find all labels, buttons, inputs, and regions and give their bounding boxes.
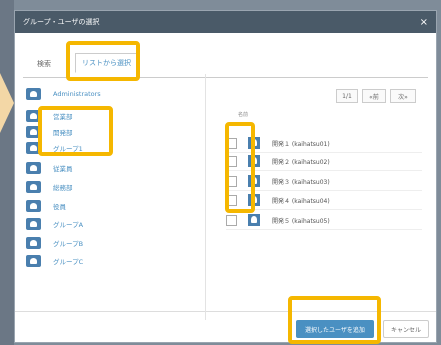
dialog-title: グループ・ユーザの選択	[23, 18, 100, 26]
group-icon	[26, 162, 41, 174]
group-icon	[26, 218, 41, 230]
group-label: 総務部	[53, 184, 73, 192]
add-selected-users-button[interactable]: 選択したユーザを追加	[296, 320, 374, 338]
user-name: 開発４ (kaihatsu04)	[272, 197, 330, 205]
user-row: 開発１ (kaihatsu01)	[226, 134, 422, 153]
dialog-titlebar: グループ・ユーザの選択 ×	[15, 11, 436, 33]
tab-search[interactable]: 検索	[31, 55, 57, 73]
group-icon	[26, 255, 41, 267]
user-row: 開発２ (kaihatsu02)	[226, 152, 422, 171]
users-column-header: 名前	[238, 112, 249, 118]
user-checkbox[interactable]	[226, 155, 237, 167]
user-icon	[248, 214, 260, 226]
group-icon	[26, 88, 41, 100]
group-item-group-a[interactable]: グループA	[26, 216, 83, 232]
background-panel	[0, 0, 14, 345]
user-checkbox[interactable]	[226, 194, 237, 206]
pager-prev-button[interactable]: «前	[362, 89, 386, 103]
panel-divider	[205, 74, 206, 320]
group-icon	[26, 181, 41, 193]
user-checkbox[interactable]	[226, 214, 237, 226]
group-label: グループC	[53, 258, 84, 266]
user-row: 開発５ (kaihatsu05)	[226, 211, 422, 230]
group-icon	[26, 110, 41, 122]
user-checkbox[interactable]	[226, 175, 237, 187]
group-icon	[26, 237, 41, 249]
group-label: Administrators	[53, 90, 101, 98]
tab-select-from-list[interactable]: リストから選択	[75, 53, 138, 73]
user-icon	[248, 155, 260, 167]
group-item-group1[interactable]: グループ1	[26, 140, 83, 156]
user-icon	[248, 194, 260, 206]
group-icon	[26, 142, 41, 154]
user-row: 開発４ (kaihatsu04)	[226, 191, 422, 210]
group-item-development[interactable]: 開発部	[26, 124, 73, 140]
group-icon	[26, 200, 41, 212]
pager-next-button[interactable]: 次»	[390, 89, 416, 103]
group-item-executives[interactable]: 役員	[26, 198, 66, 214]
user-checkbox[interactable]	[226, 137, 237, 149]
group-label: 役員	[53, 203, 66, 211]
group-item-general-affairs[interactable]: 総務部	[26, 179, 73, 195]
tab-bar: 検索 リストから選択	[23, 47, 428, 78]
user-name: 開発２ (kaihatsu02)	[272, 158, 330, 166]
user-icon	[248, 137, 260, 149]
close-icon[interactable]: ×	[420, 17, 428, 28]
user-name: 開発１ (kaihatsu01)	[272, 140, 330, 148]
user-name: 開発３ (kaihatsu03)	[272, 178, 330, 186]
group-label: 従業員	[53, 165, 73, 173]
group-label: 開発部	[53, 129, 73, 137]
pager-page-indicator: 1/1	[336, 89, 358, 103]
group-item-employees[interactable]: 従業員	[26, 160, 73, 176]
group-label: グループB	[53, 240, 84, 248]
user-row: 開発３ (kaihatsu03)	[226, 172, 422, 191]
user-icon	[248, 175, 260, 187]
group-item-group-c[interactable]: グループC	[26, 253, 83, 269]
group-label: 営業部	[53, 113, 73, 121]
user-name: 開発５ (kaihatsu05)	[272, 217, 330, 225]
group-item-administrators[interactable]: Administrators	[26, 86, 101, 102]
group-icon	[26, 126, 41, 138]
group-item-sales[interactable]: 営業部	[26, 108, 73, 124]
cancel-button[interactable]: キャンセル	[383, 320, 429, 338]
group-item-group-b[interactable]: グループB	[26, 235, 83, 251]
group-label: グループ1	[53, 145, 83, 153]
group-label: グループA	[53, 221, 84, 229]
